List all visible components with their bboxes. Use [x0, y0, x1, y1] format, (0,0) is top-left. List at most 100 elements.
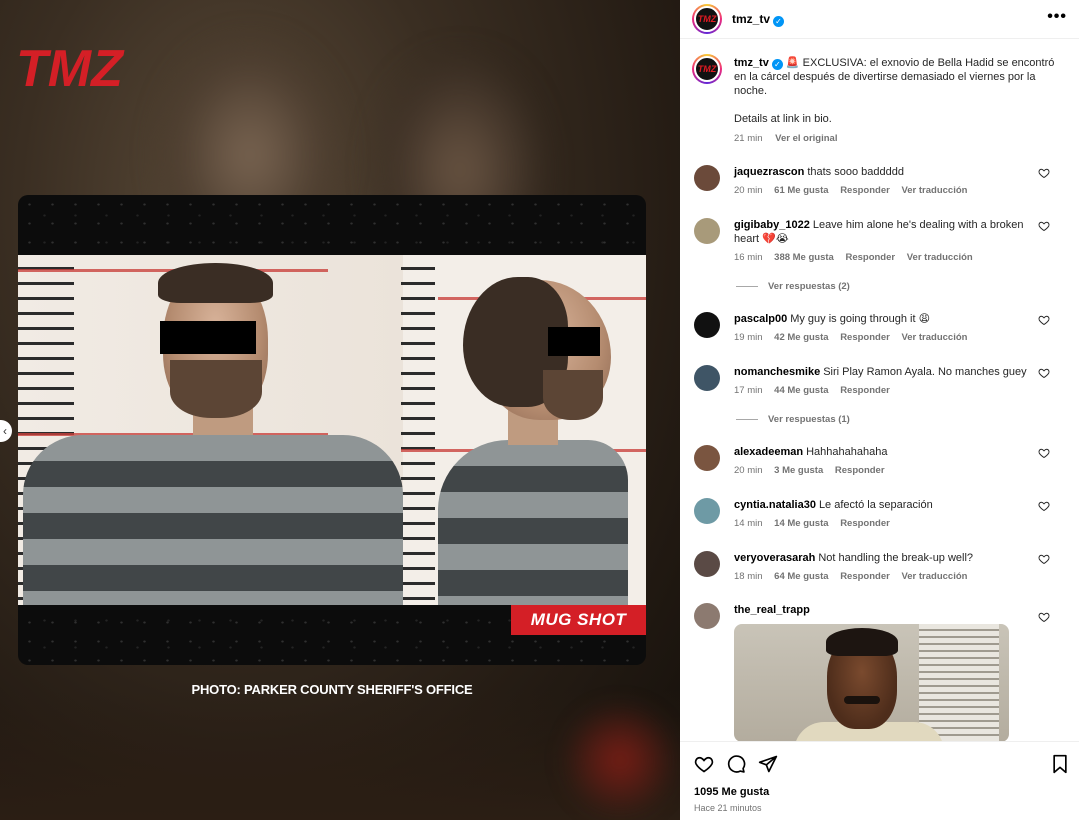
comment-avatar[interactable] — [694, 165, 720, 191]
view-replies-button[interactable]: Ver respuestas (1) — [736, 414, 850, 425]
comment-likes[interactable]: 388 Me gusta — [774, 252, 834, 263]
striped-shirt — [438, 440, 628, 605]
comment-username[interactable]: jaquezrascon — [734, 166, 804, 178]
comment-username[interactable]: the_real_trapp — [734, 604, 810, 616]
comment-time: 16 min — [734, 252, 763, 263]
comment-likes[interactable]: 44 Me gusta — [774, 385, 828, 396]
caption-text: 🚨 EXCLUSIVA: el exnovio de Bella Hadid s… — [734, 57, 1055, 97]
comment-likes[interactable]: 3 Me gusta — [774, 465, 823, 476]
comment-text: Siri Play Ramon Ayala. No manches guey — [823, 366, 1027, 378]
comment-meta: 14 min 14 Me gusta Responder — [734, 517, 1034, 531]
comment-username[interactable]: cyntia.natalia30 — [734, 499, 816, 511]
comment-body: the_real_trapp — [734, 603, 1034, 617]
tmz-logo-text: TMZ — [16, 40, 125, 94]
post-header: TMZ tmz_tv ✓ ••• — [680, 0, 1079, 39]
comment-likes[interactable]: 42 Me gusta — [774, 332, 828, 343]
comment-avatar[interactable] — [694, 218, 720, 244]
comment-username[interactable]: pascalp00 — [734, 313, 787, 325]
caption-link-text: Details at link in bio. — [734, 113, 832, 125]
see-original-link[interactable]: Ver el original — [775, 133, 837, 144]
caption-time: 21 min — [734, 133, 763, 144]
comment-time: 18 min — [734, 571, 763, 582]
comment-meta: 17 min 44 Me gusta Responder — [734, 384, 1034, 398]
post-caption: tmz_tv ✓ 🚨 EXCLUSIVA: el exnovio de Bella… — [734, 56, 1059, 146]
profile-view-person — [403, 255, 646, 605]
heart-icon[interactable] — [1038, 367, 1050, 379]
likes-count[interactable]: 1095 Me gusta — [694, 786, 769, 798]
reply-button[interactable]: Responder — [835, 465, 885, 476]
comment-username[interactable]: gigibaby_1022 — [734, 219, 810, 231]
bookmark-icon[interactable] — [1050, 754, 1070, 774]
avatar-inner: TMZ — [694, 56, 720, 82]
gif-hair — [826, 628, 898, 656]
comment-avatar[interactable] — [694, 551, 720, 577]
comment-time: 14 min — [734, 518, 763, 529]
comment-text: Le afectó la separación — [818, 499, 933, 511]
translate-button[interactable]: Ver traducción — [901, 185, 967, 196]
comment-likes[interactable]: 14 Me gusta — [774, 518, 828, 529]
comment-gif-image[interactable] — [734, 624, 1009, 742]
reply-button[interactable]: Responder — [840, 185, 890, 196]
comment-bubble-icon[interactable] — [726, 754, 746, 774]
mugshot-photo: MUG SHOT — [18, 195, 646, 665]
heart-icon[interactable] — [1038, 167, 1050, 179]
caption-avatar[interactable]: TMZ — [692, 54, 722, 84]
avatar-logo-text: TMZ — [697, 14, 717, 24]
comment-avatar[interactable] — [694, 312, 720, 338]
post-media[interactable]: TMZ MUG SHOT PHOTO: PARKER COUNTY SHERIF… — [0, 0, 680, 820]
reply-button[interactable]: Responder — [840, 571, 890, 582]
comment-body: veryoverasarah Not handling the break-up … — [734, 551, 1034, 584]
comment-meta: 20 min 61 Me gusta Responder Ver traducc… — [734, 184, 1034, 198]
more-options-button[interactable]: ••• — [1047, 8, 1067, 26]
heart-icon[interactable] — [1038, 314, 1050, 326]
reply-button[interactable]: Responder — [840, 332, 890, 343]
comment-time: 20 min — [734, 185, 763, 196]
verified-badge-icon: ✓ — [771, 59, 783, 70]
comment-body: jaquezrascon thats sooo baddddd 20 min 61… — [734, 165, 1034, 198]
reply-button[interactable]: Responder — [840, 385, 890, 396]
comment-avatar[interactable] — [694, 365, 720, 391]
caption-meta: 21 min Ver el original — [734, 132, 1059, 146]
comment-avatar[interactable] — [694, 498, 720, 524]
comment-username[interactable]: nomanchesmike — [734, 366, 820, 378]
heart-icon[interactable] — [1038, 553, 1050, 565]
comment-body: gigibaby_1022 Leave him alone he's dealin… — [734, 218, 1034, 265]
comment-meta: 20 min 3 Me gusta Responder — [734, 464, 1034, 478]
comment-time: 19 min — [734, 332, 763, 343]
header-username[interactable]: tmz_tv ✓ — [732, 12, 785, 27]
comment-body: nomanchesmike Siri Play Ramon Ayala. No m… — [734, 365, 1034, 398]
previous-button[interactable]: ‹ — [0, 420, 12, 442]
avatar-inner: TMZ — [694, 6, 720, 32]
like-heart-icon[interactable] — [694, 754, 714, 774]
heart-icon[interactable] — [1038, 500, 1050, 512]
username-text: tmz_tv — [732, 12, 771, 26]
gif-mustache — [844, 696, 880, 704]
comment-likes[interactable]: 64 Me gusta — [774, 571, 828, 582]
comment-avatar[interactable] — [694, 445, 720, 471]
view-replies-button[interactable]: Ver respuestas (2) — [736, 281, 850, 292]
avatar[interactable]: TMZ — [692, 4, 722, 34]
comment-avatar[interactable] — [694, 603, 720, 629]
translate-button[interactable]: Ver traducción — [901, 571, 967, 582]
reply-button[interactable]: Responder — [845, 252, 895, 263]
heart-icon[interactable] — [1038, 220, 1050, 232]
background-blur — [560, 700, 680, 820]
comment-likes[interactable]: 61 Me gusta — [774, 185, 828, 196]
comment-username[interactable]: veryoverasarah — [734, 552, 815, 564]
heart-icon[interactable] — [1038, 611, 1050, 623]
comment-text: Not handling the break-up well? — [818, 552, 974, 564]
chevron-left-icon: ‹ — [3, 424, 7, 438]
mugshot-background — [18, 255, 646, 605]
photo-credit: PHOTO: PARKER COUNTY SHERIFF'S OFFICE — [191, 682, 473, 697]
posted-time: Hace 21 minutos — [694, 803, 762, 813]
heart-icon[interactable] — [1038, 447, 1050, 459]
verified-badge-icon: ✓ — [773, 16, 785, 27]
reply-button[interactable]: Responder — [840, 518, 890, 529]
translate-button[interactable]: Ver traducción — [901, 332, 967, 343]
comment-time: 20 min — [734, 465, 763, 476]
comment-username[interactable]: alexadeeman — [734, 446, 803, 458]
caption-username[interactable]: tmz_tv — [734, 57, 769, 69]
translate-button[interactable]: Ver traducción — [907, 252, 973, 263]
share-send-icon[interactable] — [758, 754, 778, 774]
censor-bar — [548, 327, 600, 356]
